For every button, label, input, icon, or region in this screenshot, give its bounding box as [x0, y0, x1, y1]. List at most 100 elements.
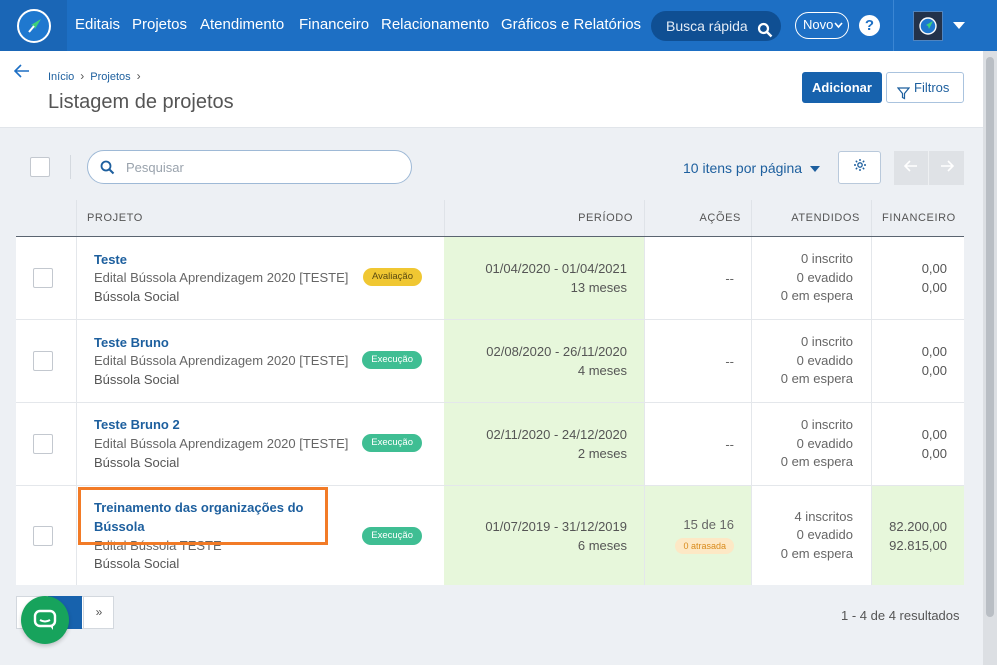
chat-icon[interactable]: [21, 596, 69, 644]
project-edital: Edital Bússola Aprendizagem 2020 [TESTE]: [94, 436, 349, 451]
period-range: 01/07/2019 - 31/12/2019: [485, 518, 627, 534]
gear-icon: [853, 158, 867, 177]
quick-search-label: Busca rápida: [666, 18, 748, 34]
new-dropdown-button[interactable]: Novo: [795, 12, 849, 39]
espera-count: 0 em espera: [780, 545, 853, 561]
new-label: Novo: [803, 17, 834, 32]
per-page-dropdown[interactable]: 10 itens por página: [683, 160, 821, 176]
nav-relacionamento[interactable]: Relacionamento: [381, 16, 489, 33]
filter-button[interactable]: Filtros: [886, 72, 964, 103]
quick-search-button[interactable]: Busca rápida: [651, 11, 781, 41]
select-all-checkbox[interactable]: [30, 157, 50, 177]
user-menu-caret-icon[interactable]: [953, 22, 965, 29]
page-last-button[interactable]: »: [83, 597, 114, 628]
search-icon: [757, 18, 773, 48]
filter-icon: [896, 81, 911, 110]
search-input[interactable]: [126, 157, 396, 177]
filter-label: Filtros: [914, 80, 950, 95]
table-row[interactable]: Teste Bruno Edital Bússola Aprendizagem …: [16, 320, 964, 403]
financeiro-value-2: 0,00: [921, 363, 947, 378]
status-badge: Avaliação: [362, 268, 422, 286]
row-checkbox[interactable]: [33, 351, 53, 371]
app-logo[interactable]: [0, 0, 67, 51]
nav-financeiro[interactable]: Financeiro: [299, 16, 369, 33]
row-checkbox[interactable]: [33, 525, 53, 546]
avatar[interactable]: [913, 11, 943, 41]
status-badge: Execução: [362, 527, 422, 545]
espera-count: 0 em espera: [780, 288, 853, 304]
breadcrumb-projetos[interactable]: Projetos: [90, 71, 130, 83]
project-name-link[interactable]: Teste Bruno 2: [94, 417, 180, 432]
scrollbar-thumb[interactable]: [986, 57, 994, 617]
nav-graficos-relatorios[interactable]: Gráficos e Relatórios: [501, 16, 641, 33]
row-checkbox[interactable]: [33, 268, 53, 288]
page-header: Início › Projetos › Listagem de projetos Ad…: [0, 51, 997, 128]
column-header-atendidos[interactable]: ATENDIDOS: [751, 200, 871, 236]
column-header-projeto[interactable]: PROJETO: [76, 200, 444, 236]
column-header-financeiro[interactable]: FINANCEIRO: [871, 200, 964, 236]
period-duration: 6 meses: [577, 537, 627, 553]
inscritos-count: 0 inscrito: [800, 334, 853, 350]
project-name-link[interactable]: Teste Bruno: [94, 335, 169, 350]
table-row[interactable]: Teste Bruno 2 Edital Bússola Aprendizage…: [16, 403, 964, 486]
period-range: 02/11/2020 - 24/12/2020: [486, 427, 627, 442]
nav-projetos[interactable]: Projetos: [132, 16, 187, 33]
period-duration: 2 meses: [577, 446, 627, 461]
page-prev-button[interactable]: [894, 151, 929, 185]
financeiro-value-2: 0,00: [921, 280, 947, 295]
status-badge: Execução: [362, 351, 422, 369]
nav-atendimento[interactable]: Atendimento: [200, 16, 284, 33]
table-settings-button[interactable]: [838, 151, 881, 184]
late-badge: 0 atrasada: [675, 538, 734, 554]
period-range: 02/08/2020 - 26/11/2020: [486, 344, 627, 359]
financeiro-value-1: 0,00: [921, 344, 947, 359]
financeiro-value-2: 0,00: [921, 446, 947, 461]
table-row[interactable]: Teste Edital Bússola Aprendizagem 2020 […: [16, 237, 964, 320]
breadcrumb-inicio[interactable]: Início: [48, 71, 74, 83]
financeiro-value-1: 82.200,00: [889, 518, 947, 534]
chevron-down-icon: [834, 13, 843, 47]
project-name-link[interactable]: Teste: [94, 252, 127, 267]
project-org: Bússola Social: [94, 372, 180, 387]
project-edital: Edital Bússola Aprendizagem 2020 [TESTE]: [94, 270, 349, 285]
nav-editais[interactable]: Editais: [75, 16, 120, 33]
row-checkbox[interactable]: [33, 434, 53, 454]
evadidos-count: 0 evadido: [796, 352, 853, 368]
status-badge: Execução: [362, 434, 422, 452]
project-org: Bússola Social: [94, 289, 180, 304]
results-count: 1 - 4 de 4 resultados: [841, 608, 960, 623]
column-header-periodo[interactable]: PERÍODO: [444, 200, 644, 236]
espera-count: 0 em espera: [780, 454, 853, 470]
breadcrumb-separator-icon: ›: [80, 69, 85, 83]
search-field: [87, 150, 412, 184]
inscritos-count: 4 inscritos: [794, 508, 853, 524]
financeiro-value-1: 0,00: [921, 427, 947, 442]
espera-count: 0 em espera: [780, 371, 853, 387]
inscritos-count: 0 inscrito: [800, 417, 853, 433]
acoes-value: --: [725, 353, 734, 369]
project-org: Bússola Social: [94, 556, 180, 571]
project-edital: Edital Bússola Aprendizagem 2020 [TESTE]: [94, 353, 349, 368]
help-icon[interactable]: ?: [859, 15, 880, 36]
compass-logo-icon: [16, 8, 51, 43]
column-header-acoes[interactable]: AÇÕES: [644, 200, 751, 236]
add-button[interactable]: Adicionar: [802, 72, 882, 103]
nav-divider: [893, 0, 894, 51]
arrow-right-icon: [940, 160, 954, 172]
inscritos-count: 0 inscrito: [800, 251, 853, 267]
acoes-value: --: [725, 436, 734, 452]
page-next-button[interactable]: [929, 151, 964, 185]
project-org: Bússola Social: [94, 455, 180, 470]
highlight-annotation: [78, 487, 328, 545]
financeiro-value-1: 0,00: [921, 261, 947, 276]
breadcrumb-separator-icon: ›: [136, 69, 141, 83]
period-range: 01/04/2020 - 01/04/2021: [485, 261, 627, 276]
per-page-label: 10 itens por página: [683, 160, 803, 176]
search-icon: [100, 160, 115, 180]
page-title: Listagem de projetos: [48, 91, 234, 113]
arrow-left-icon[interactable]: [13, 64, 30, 83]
evadidos-count: 0 evadido: [796, 269, 853, 285]
arrow-left-icon: [903, 160, 917, 172]
financeiro-value-2: 92.815,00: [889, 537, 947, 553]
scrollbar[interactable]: [983, 51, 997, 665]
